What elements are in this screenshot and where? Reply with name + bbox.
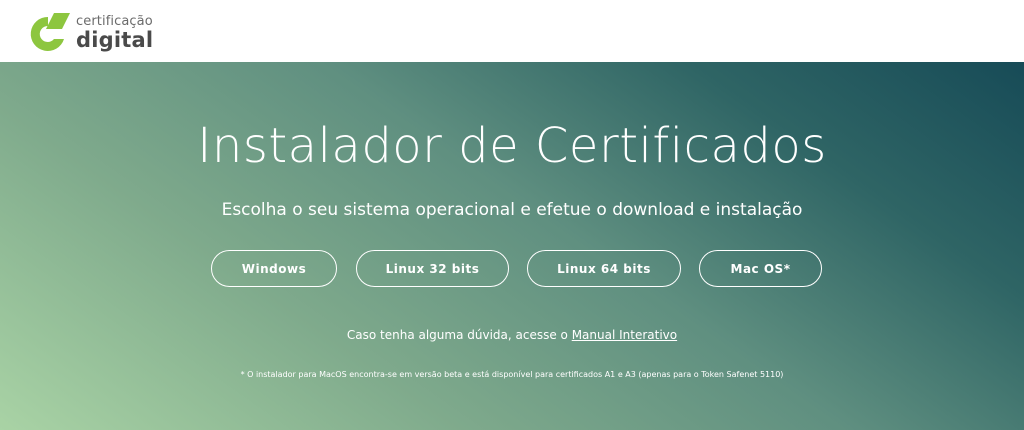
page-title: Instalador de Certificados	[197, 118, 827, 174]
macos-beta-note: * O instalador para MacOS encontra-se em…	[240, 370, 784, 379]
logo-line-digital: digital	[76, 28, 154, 52]
page-subtitle: Escolha o seu sistema operacional e efet…	[221, 200, 803, 220]
logo-mark-icon	[30, 13, 70, 51]
logo-line-certificacao: certificação	[76, 14, 153, 29]
linux-32-bits-button[interactable]: Linux 32 bits	[356, 250, 509, 287]
windows-button[interactable]: Windows	[211, 250, 337, 287]
mac-os-button[interactable]: Mac OS*	[699, 250, 822, 287]
site-header: certificação digital	[0, 0, 1024, 62]
help-prefix: Caso tenha alguma dúvida, acesse o	[346, 328, 572, 342]
linux-64-bits-button[interactable]: Linux 64 bits	[527, 250, 681, 287]
manual-interativo-link[interactable]: Manual Interativo	[572, 328, 677, 342]
logo-wordmark: certificação digital	[76, 15, 153, 51]
hero-section: Instalador de Certificados Escolha o seu…	[0, 62, 1024, 430]
os-button-group: Windows Linux 32 bits Linux 64 bits Mac …	[0, 250, 1024, 288]
help-text: Caso tenha alguma dúvida, acesse o Manua…	[0, 328, 1024, 342]
certificacao-digital-logo[interactable]: certificação digital	[24, 10, 184, 56]
